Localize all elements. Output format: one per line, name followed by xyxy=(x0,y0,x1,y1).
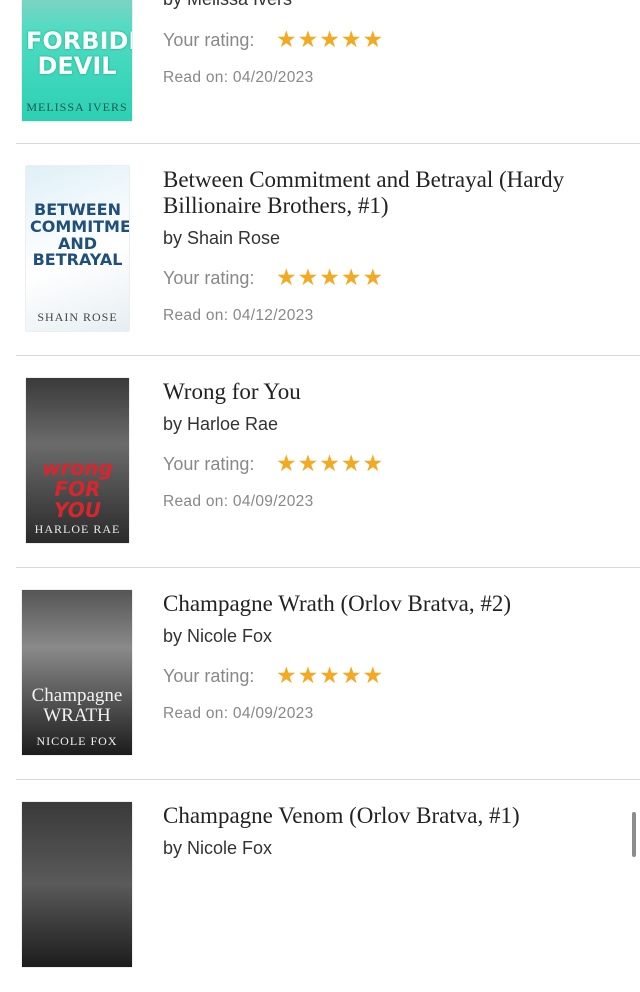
scrollbar[interactable] xyxy=(632,812,636,857)
star-rating[interactable]: ★★★★★ xyxy=(276,265,384,289)
book-row[interactable]: Champagne WRATH NICOLE FOX Champagne Wra… xyxy=(0,568,640,780)
book-title[interactable]: Wrong for You xyxy=(163,379,623,405)
book-cover[interactable]: Champagne WRATH NICOLE FOX xyxy=(22,590,132,755)
book-title[interactable]: Between Commitment and Betrayal (Hardy B… xyxy=(163,167,623,219)
read-date: Read on: 04/09/2023 xyxy=(163,493,314,510)
book-cover[interactable]: wrong FOR YOU HARLOE RAE xyxy=(26,378,129,543)
book-row[interactable]: FORBIDDEN DEVIL MELISSA IVERS by Melissa… xyxy=(0,0,640,144)
rating-label: Your rating: xyxy=(163,666,255,686)
book-row[interactable]: BETWEEN COMMITMENT AND BETRAYAL SHAIN RO… xyxy=(0,144,640,356)
rating-label: Your rating: xyxy=(163,30,255,50)
cover-title: wrong FOR YOU xyxy=(42,456,113,522)
book-author[interactable]: by Harloe Rae xyxy=(163,414,278,435)
cover-author: HARLOE RAE xyxy=(34,522,121,536)
read-date: Read on: 04/20/2023 xyxy=(163,69,314,86)
read-date: Read on: 04/09/2023 xyxy=(163,705,314,722)
book-author[interactable]: by Shain Rose xyxy=(163,228,280,249)
book-row[interactable]: wrong FOR YOU HARLOE RAE Wrong for You b… xyxy=(0,356,640,568)
cover-title: BETWEEN COMMITMENT AND BETRAYAL xyxy=(30,200,129,270)
book-list: FORBIDDEN DEVIL MELISSA IVERS by Melissa… xyxy=(0,0,640,992)
cover-author: NICOLE FOX xyxy=(36,734,118,748)
rating-label: Your rating: xyxy=(163,268,255,288)
book-title[interactable]: Champagne Wrath (Orlov Bratva, #2) xyxy=(163,591,623,617)
book-cover[interactable]: FORBIDDEN DEVIL MELISSA IVERS xyxy=(22,0,132,121)
book-row[interactable]: Champagne Venom (Orlov Bratva, #1) by Ni… xyxy=(0,780,640,992)
cover-title: FORBIDDEN DEVIL xyxy=(26,27,132,81)
book-cover[interactable] xyxy=(22,802,132,967)
cover-title: Champagne WRATH xyxy=(31,685,123,726)
book-author[interactable]: by Nicole Fox xyxy=(163,626,272,647)
book-author[interactable]: by Melissa Ivers xyxy=(163,0,292,10)
book-title[interactable]: Champagne Venom (Orlov Bratva, #1) xyxy=(163,803,623,829)
read-date: Read on: 04/12/2023 xyxy=(163,307,314,324)
cover-author: MELISSA IVERS xyxy=(26,100,128,114)
cover-author: SHAIN ROSE xyxy=(37,310,118,324)
book-cover[interactable]: BETWEEN COMMITMENT AND BETRAYAL SHAIN RO… xyxy=(26,166,129,331)
book-author[interactable]: by Nicole Fox xyxy=(163,838,272,859)
star-rating[interactable]: ★★★★★ xyxy=(276,27,384,51)
rating-label: Your rating: xyxy=(163,454,255,474)
star-rating[interactable]: ★★★★★ xyxy=(276,451,384,475)
star-rating[interactable]: ★★★★★ xyxy=(276,663,384,687)
